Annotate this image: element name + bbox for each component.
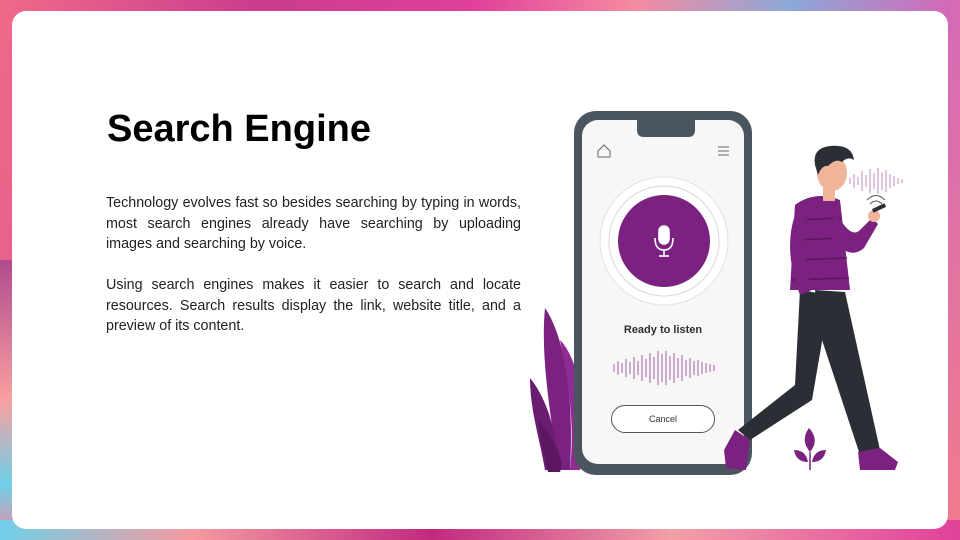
paragraph-2: Using search engines makes it easier to … (106, 277, 521, 334)
plant-right (794, 428, 826, 470)
signal-icon (866, 195, 886, 205)
slide-title: Search Engine (107, 108, 371, 150)
cancel-button[interactable]: Cancel (611, 405, 715, 433)
ready-to-listen-label: Ready to listen (623, 324, 703, 336)
microphone-button[interactable] (599, 176, 729, 306)
voice-wave-icon (849, 168, 903, 194)
voice-search-illustration (530, 111, 903, 475)
paragraph-1: Technology evolves fast so besides searc… (106, 195, 521, 252)
